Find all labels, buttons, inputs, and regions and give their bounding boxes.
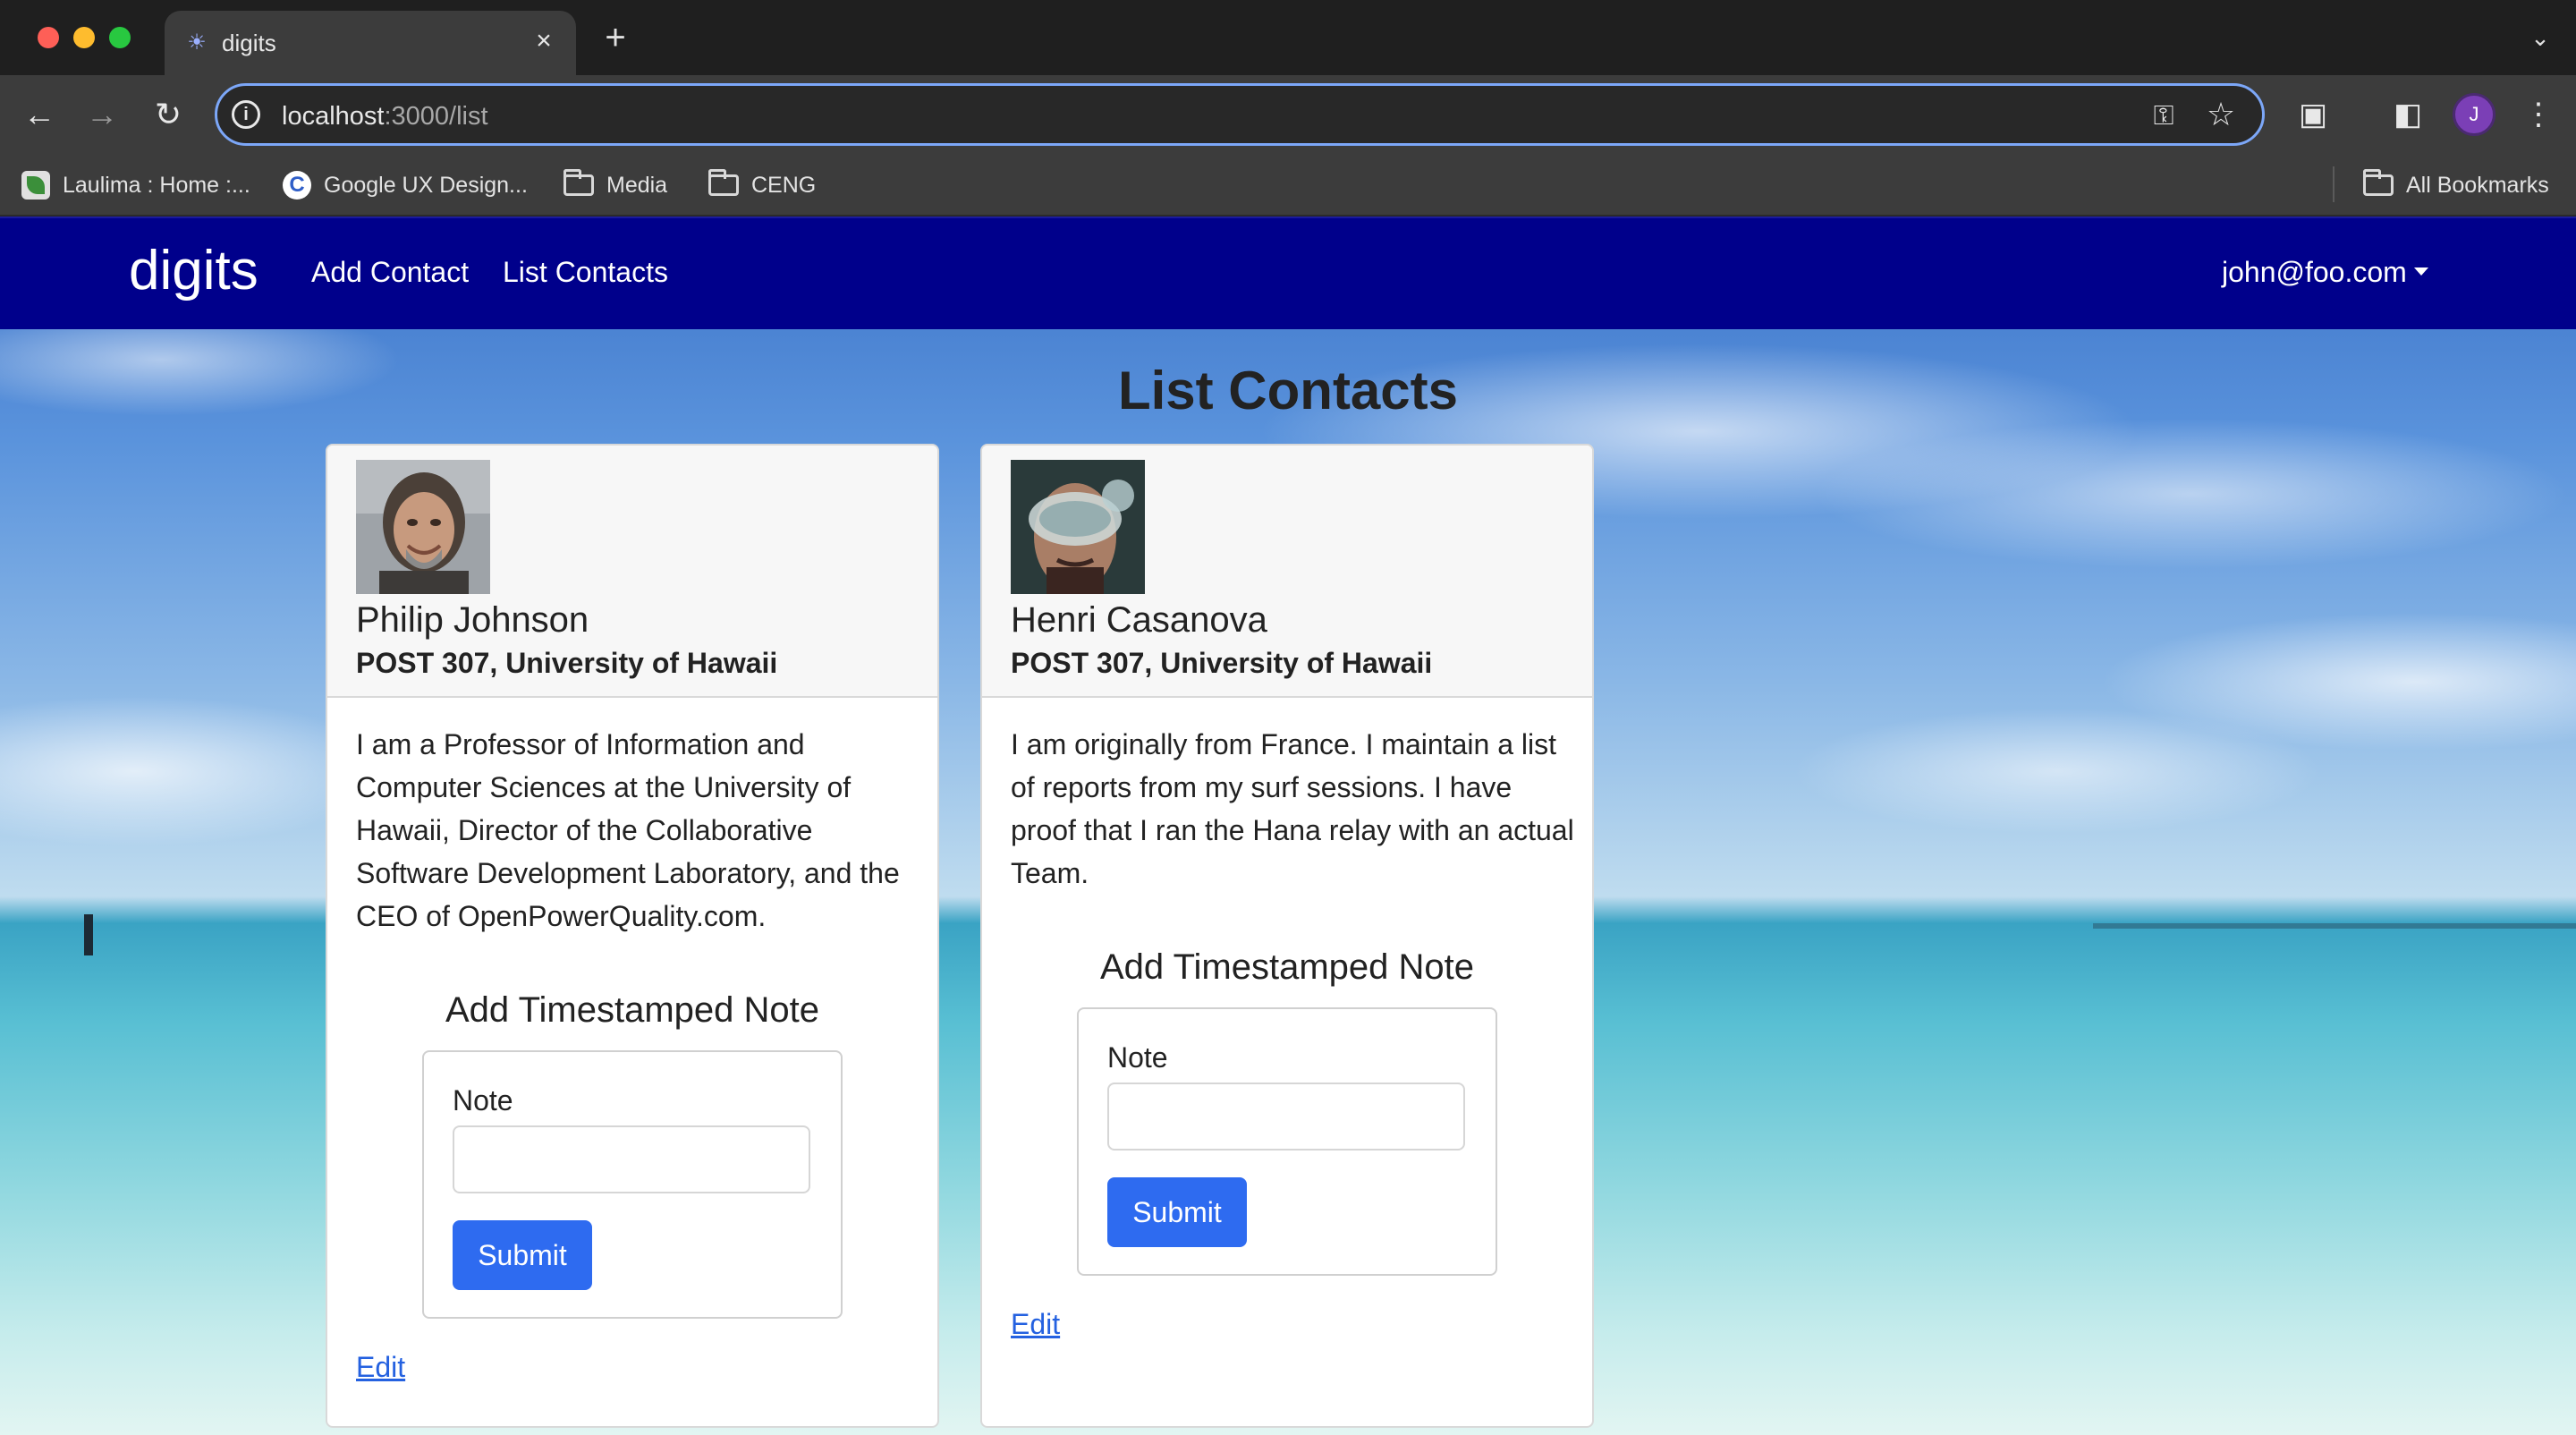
contact-description: I am a Professor of Information and Comp…	[356, 728, 900, 932]
bookmark-label: Google UX Design...	[324, 172, 528, 198]
side-panel-icon[interactable]: ◧	[2386, 93, 2429, 136]
browser-menu-icon[interactable]: ⋮	[2517, 93, 2560, 136]
contact-photo	[356, 460, 490, 594]
add-note-title: Add Timestamped Note	[1100, 947, 1474, 987]
profile-avatar[interactable]: J	[2453, 93, 2496, 136]
bookmark-google-ux[interactable]: Google UX Design...	[283, 168, 528, 202]
window-zoom-button[interactable]	[109, 27, 131, 48]
note-input[interactable]	[453, 1125, 810, 1193]
back-arrow-icon[interactable]: ←	[18, 93, 61, 136]
brand-logo[interactable]: digits	[129, 231, 258, 311]
pier-silhouette	[2093, 923, 2576, 929]
contact-card: Philip Johnson POST 307, University of H…	[326, 444, 939, 1428]
bookmark-ceng[interactable]: CENG	[708, 168, 816, 202]
extensions-puzzle-icon[interactable]: ▣	[2292, 93, 2334, 136]
app-navbar: digits Add Contact List Contacts john@fo…	[0, 217, 2576, 329]
bookmark-laulima[interactable]: Laulima : Home :...	[21, 168, 250, 202]
bookmark-label: Media	[606, 172, 668, 198]
user-email: john@foo.com	[2222, 256, 2407, 288]
contact-address: POST 307, University of Hawaii	[356, 647, 778, 679]
nav-add-contact[interactable]: Add Contact	[311, 250, 469, 293]
site-favicon-icon: ☀	[187, 30, 207, 55]
note-label: Note	[453, 1084, 513, 1117]
folder-icon	[564, 169, 594, 196]
tab-title: digits	[222, 30, 276, 56]
contact-name: Henri Casanova	[1011, 600, 1267, 640]
password-key-icon[interactable]: ⚿	[2146, 98, 2182, 134]
caret-down-icon	[2413, 267, 2428, 276]
bookmarks-bar: Laulima : Home :... Google UX Design... …	[0, 154, 2576, 217]
contact-description: I am originally from France. I maintain …	[1011, 728, 1574, 889]
page-background: digits Add Contact List Contacts john@fo…	[0, 217, 2576, 1435]
water-post	[84, 914, 93, 955]
note-input[interactable]	[1107, 1083, 1465, 1151]
window-close-button[interactable]	[38, 27, 59, 48]
all-bookmarks[interactable]: All Bookmarks	[2363, 168, 2549, 202]
submit-button[interactable]: Submit	[453, 1220, 592, 1290]
browser-tab[interactable]: ☀ digits ×	[165, 11, 576, 75]
site-info-icon[interactable]: i	[232, 100, 260, 129]
bookmark-label: Laulima : Home :...	[63, 172, 250, 198]
contact-address: POST 307, University of Hawaii	[1011, 647, 1433, 679]
folder-icon	[2363, 169, 2394, 196]
browser-tab-strip: ☀ digits × + ⌄	[0, 0, 2576, 75]
tab-close-icon[interactable]: ×	[528, 25, 560, 57]
edit-link[interactable]: Edit	[356, 1349, 405, 1385]
browser-toolbar: ← → ↻ i localhost:3000/list ⚿ ☆ ▣ ◧ J ⋮	[0, 75, 2576, 154]
laulima-leaf-icon	[21, 171, 50, 200]
window-minimize-button[interactable]	[73, 27, 95, 48]
address-bar[interactable]: i localhost:3000/list ⚿ ☆	[215, 83, 2265, 146]
bookmarks-divider	[2333, 166, 2334, 202]
all-bookmarks-label: All Bookmarks	[2406, 172, 2549, 198]
tab-search-chevron-icon[interactable]: ⌄	[2522, 20, 2558, 55]
contact-name: Philip Johnson	[356, 600, 589, 640]
url-text[interactable]: localhost:3000/list	[282, 101, 488, 132]
url-host: localhost	[282, 102, 385, 131]
card-header: Henri Casanova POST 307, University of H…	[982, 446, 1592, 698]
edit-link[interactable]: Edit	[1011, 1306, 1060, 1342]
folder-icon	[708, 169, 739, 196]
bookmark-label: CENG	[751, 172, 817, 198]
reload-icon[interactable]: ↻	[147, 93, 190, 136]
add-note-form: Note Submit	[422, 1050, 843, 1319]
card-header: Philip Johnson POST 307, University of H…	[327, 446, 937, 698]
user-dropdown[interactable]: john@foo.com	[2222, 250, 2428, 293]
contact-card: Henri Casanova POST 307, University of H…	[980, 444, 1594, 1428]
new-tab-icon[interactable]: +	[597, 20, 633, 55]
bookmark-media[interactable]: Media	[564, 168, 667, 202]
add-note-form: Note Submit	[1077, 1007, 1497, 1276]
note-label: Note	[1107, 1041, 1168, 1074]
forward-arrow-icon[interactable]: →	[80, 93, 123, 136]
bookmark-star-icon[interactable]: ☆	[2203, 97, 2239, 132]
url-path: :3000/list	[384, 102, 488, 131]
contact-photo	[1011, 460, 1145, 594]
nav-list-contacts[interactable]: List Contacts	[503, 250, 668, 293]
google-c-icon	[283, 171, 311, 200]
page-title: List Contacts	[1117, 361, 1459, 420]
add-note-title: Add Timestamped Note	[445, 990, 819, 1030]
submit-button[interactable]: Submit	[1107, 1177, 1247, 1247]
